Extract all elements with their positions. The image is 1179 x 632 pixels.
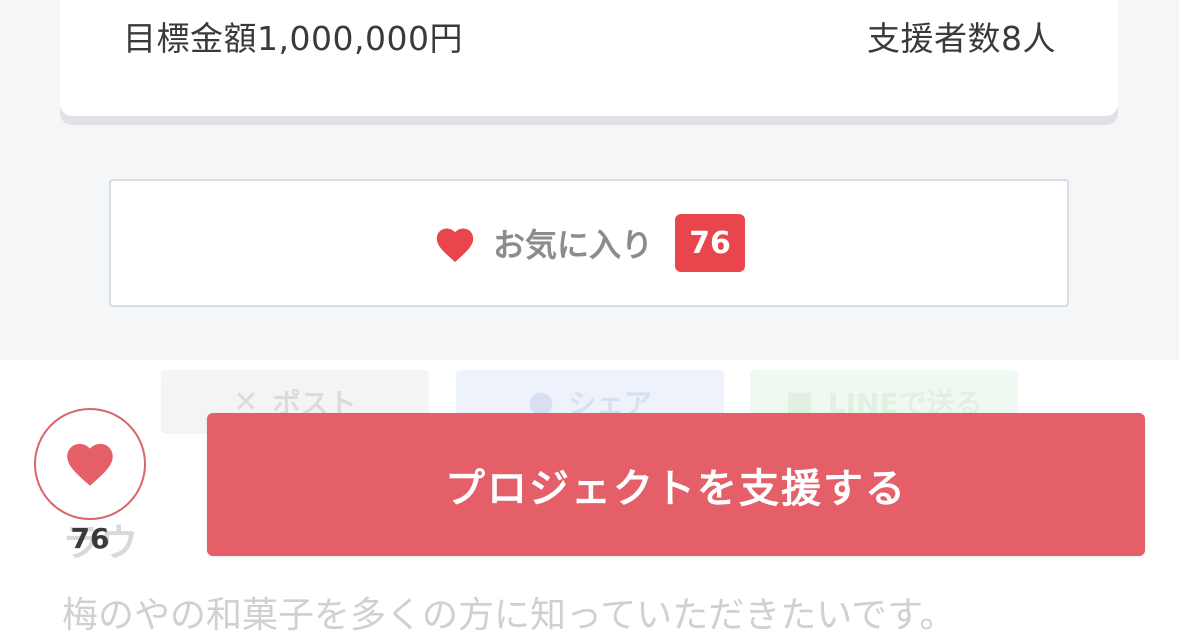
favorite-count-badge: 76	[675, 214, 745, 272]
funding-summary-card: 目標金額1,000,000円 支援者数8人	[60, 0, 1118, 116]
favorite-button[interactable]: お気に入り 76	[109, 179, 1069, 307]
project-description-text: 梅のやの和菓子を多くの方に知っていただきたいです。	[62, 595, 956, 632]
support-button-label: プロジェクトを支援する	[445, 465, 907, 512]
support-project-button[interactable]: プロジェクトを支援する	[207, 413, 1145, 556]
heart-icon	[433, 223, 477, 263]
sticky-favorite-count: 76	[70, 522, 110, 555]
target-amount: 目標金額1,000,000円	[123, 19, 463, 58]
favorite-label: お気に入り	[492, 226, 653, 264]
project-summary-section: 目標金額1,000,000円 支援者数8人 お気に入り 76	[0, 0, 1179, 360]
heart-icon	[62, 437, 118, 491]
supporter-count: 支援者数8人	[867, 19, 1056, 58]
sticky-favorite-button[interactable]	[34, 408, 146, 520]
